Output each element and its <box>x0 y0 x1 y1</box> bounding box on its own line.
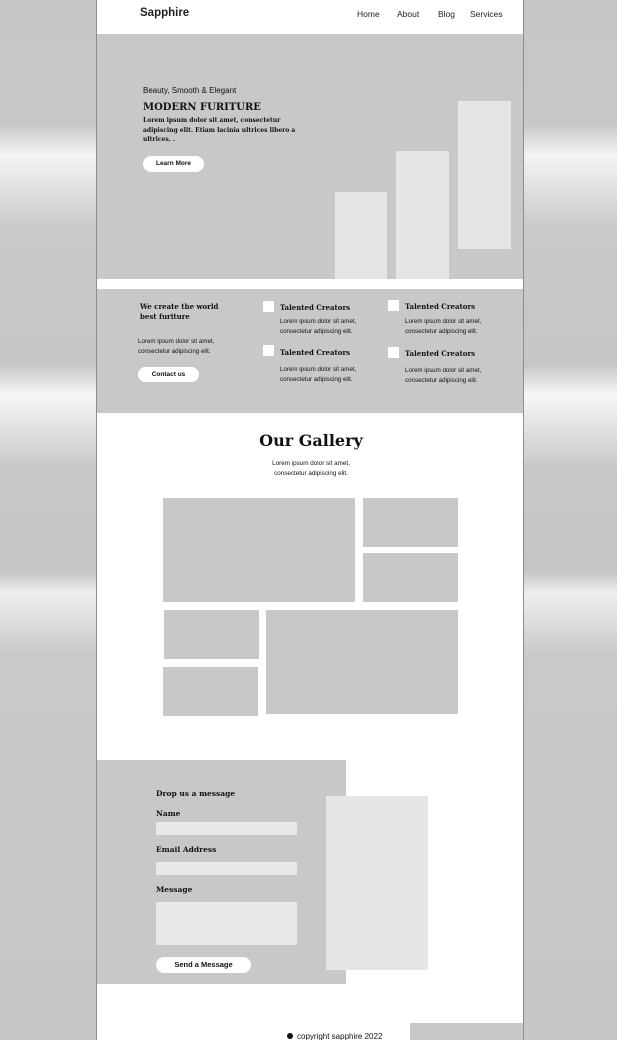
hero-title: MODERN FURITURE <box>143 102 261 113</box>
email-input[interactable] <box>156 862 297 875</box>
email-label: Email Address <box>156 845 217 854</box>
feature-title: Talented Creators <box>280 348 351 357</box>
feature-text: Lorem ipsum dolor sit amet, consectetur … <box>405 318 482 335</box>
gallery-title: Our Gallery <box>259 431 363 450</box>
feature-text: Lorem ipsum dolor sit amet, consectetur … <box>280 366 357 383</box>
gallery-image[interactable] <box>266 610 458 714</box>
footer-copyright: copyright sapphire 2022 <box>287 1032 382 1040</box>
nav-services[interactable]: Services <box>470 9 503 19</box>
features-text: Lorem ipsum dolor sit amet, consectetur … <box>138 338 215 355</box>
features-heading: We create the world best furiture <box>140 302 219 321</box>
gallery-image[interactable] <box>163 498 355 602</box>
feature-title: Talented Creators <box>405 302 476 311</box>
section-divider <box>97 279 523 289</box>
gallery-image[interactable] <box>363 553 458 602</box>
hero-image-block-tall <box>458 101 511 249</box>
feature-text: Lorem ipsum dolor sit amet, consectetur … <box>280 318 357 335</box>
gallery-image[interactable] <box>363 498 458 547</box>
brand-logo[interactable]: Sapphire <box>140 7 189 19</box>
feature-checkbox-icon <box>263 345 274 356</box>
feature-checkbox-icon <box>263 301 274 312</box>
gallery-image[interactable] <box>163 667 258 716</box>
hero-section: Beauty, Smooth & Elegant MODERN FURITURE… <box>97 34 523 279</box>
contact-us-button[interactable]: Contact us <box>138 367 199 382</box>
contact-heading: Drop us a message <box>156 789 236 798</box>
hero-description: Lorem ipsum dolor sit amet, consectetur … <box>143 117 296 143</box>
footer-block <box>410 1023 523 1040</box>
message-input[interactable] <box>156 902 297 945</box>
hero-image-block-medium <box>396 151 449 279</box>
nav-blog[interactable]: Blog <box>438 9 455 19</box>
feature-text: Lorem ipsum dolor sit amet, consectetur … <box>405 367 482 384</box>
hero-tagline: Beauty, Smooth & Elegant <box>143 86 237 95</box>
feature-title: Talented Creators <box>405 349 476 358</box>
name-label: Name <box>156 809 181 818</box>
feature-title: Talented Creators <box>280 303 351 312</box>
gallery-subtitle: Lorem ipsum dolor sit amet, consectetur … <box>97 459 523 478</box>
page: Sapphire Home About Blog Services Beauty… <box>96 0 524 1040</box>
feature-checkbox-icon <box>388 300 399 311</box>
contact-side-image <box>326 796 428 970</box>
hero-image-block-small <box>335 192 387 279</box>
gallery-subtitle-text: Lorem ipsum dolor sit amet, consectetur … <box>272 460 350 477</box>
learn-more-button[interactable]: Learn More <box>143 156 204 172</box>
top-nav: Sapphire Home About Blog Services <box>97 0 523 35</box>
nav-home[interactable]: Home <box>357 9 380 19</box>
name-input[interactable] <box>156 822 297 835</box>
message-label: Message <box>156 885 193 894</box>
send-message-button[interactable]: Send a Message <box>156 957 251 973</box>
nav-about[interactable]: About <box>397 9 419 19</box>
contact-section: Drop us a message Name Email Address Mes… <box>97 760 346 984</box>
copyright-icon <box>287 1033 293 1039</box>
features-section: We create the world best furiture Lorem … <box>97 289 523 413</box>
gallery-image[interactable] <box>164 610 259 659</box>
feature-checkbox-icon <box>388 347 399 358</box>
copyright-text: copyright sapphire 2022 <box>297 1032 383 1040</box>
